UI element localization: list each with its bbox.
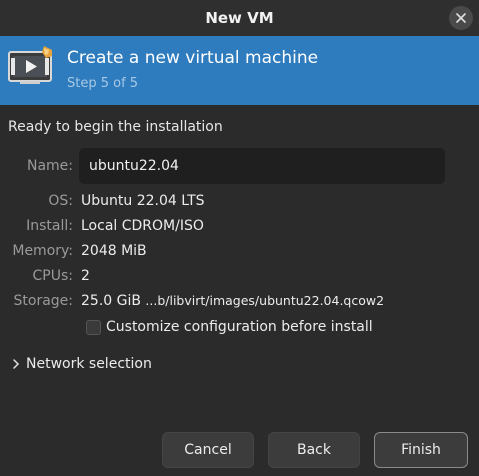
network-label: Network selection [26, 356, 152, 372]
cancel-button[interactable]: Cancel [162, 432, 254, 468]
name-label: Name: [26, 158, 73, 174]
window-title: New VM [205, 9, 274, 27]
banner-title: Create a new virtual machine [67, 48, 319, 68]
memory-label: Memory: [12, 243, 73, 259]
customize-label: Customize configuration before install [106, 319, 373, 335]
virtual-machine-monitor-icon [8, 46, 52, 84]
close-button[interactable] [449, 6, 473, 30]
name-input[interactable] [79, 148, 445, 184]
customize-checkbox-row[interactable]: Customize configuration before install [86, 319, 373, 335]
wizard-banner: Create a new virtual machine Step 5 of 5 [0, 36, 479, 105]
cpus-label: CPUs: [32, 268, 73, 284]
storage-size: 25.0 GiB [81, 293, 141, 309]
wizard-content: Ready to begin the installation Name: OS… [0, 105, 479, 476]
os-label: OS: [48, 193, 73, 209]
storage-path: ...b/libvirt/images/ubuntu22.04.qcow2 [145, 293, 385, 308]
chevron-right-icon [13, 359, 20, 369]
close-icon [456, 13, 466, 23]
storage-label: Storage: [13, 293, 74, 309]
os-value: Ubuntu 22.04 LTS [81, 193, 205, 209]
finish-button[interactable]: Finish [374, 432, 468, 468]
back-button[interactable]: Back [268, 432, 360, 468]
title-bar: New VM [0, 0, 479, 36]
memory-value: 2048 MiB [81, 243, 147, 259]
storage-value: 25.0 GiB ...b/libvirt/images/ubuntu22.04… [81, 293, 384, 309]
install-label: Install: [26, 218, 73, 234]
customize-checkbox[interactable] [86, 319, 101, 335]
ready-heading: Ready to begin the installation [8, 119, 223, 135]
install-value: Local CDROM/ISO [81, 218, 204, 234]
cpus-value: 2 [81, 268, 90, 284]
banner-step: Step 5 of 5 [67, 76, 139, 91]
network-expander[interactable]: Network selection [12, 356, 152, 372]
